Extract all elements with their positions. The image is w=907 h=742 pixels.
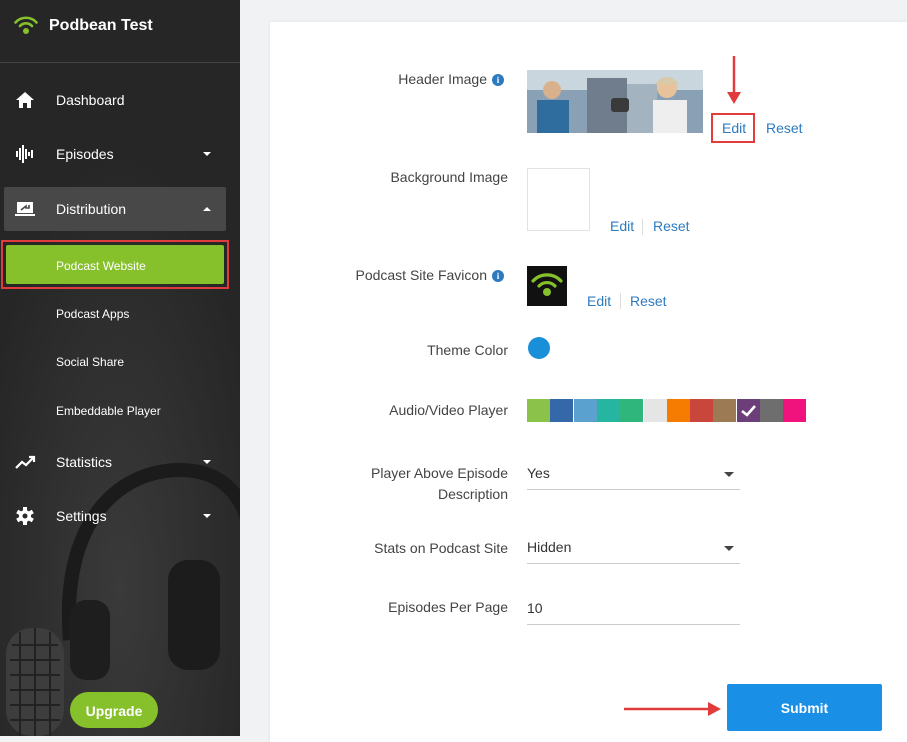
background-image-thumbnail	[527, 168, 590, 231]
nav-distribution[interactable]: Distribution	[0, 189, 240, 229]
player-label: Audio/Video Player	[389, 402, 508, 418]
theme-color-label: Theme Color	[427, 342, 508, 358]
audio-wave-icon	[16, 145, 33, 163]
nav-settings[interactable]: Settings	[0, 496, 240, 536]
header-image-label: Header Image	[398, 71, 487, 87]
nav-episodes[interactable]: Episodes	[0, 134, 240, 174]
submit-button[interactable]: Submit	[727, 684, 882, 731]
podbean-logo-icon	[14, 16, 38, 34]
theme-color-swatch[interactable]	[528, 337, 550, 359]
chevron-down-icon	[203, 460, 211, 464]
player-color-swatch[interactable]	[550, 399, 574, 422]
input-value: 10	[527, 600, 543, 616]
info-icon[interactable]: i	[492, 270, 504, 282]
player-color-swatch[interactable]	[596, 399, 620, 422]
favicon-edit-link[interactable]: Edit	[587, 293, 611, 309]
chevron-down-icon	[203, 152, 211, 156]
trend-chart-icon	[15, 455, 36, 469]
brand-name: Podbean Test	[49, 17, 153, 34]
player-color-swatch[interactable]	[783, 399, 807, 422]
select-value: Yes	[527, 465, 550, 481]
dropdown-caret-icon	[724, 546, 734, 551]
background-image-label: Background Image	[390, 169, 508, 185]
nav-statistics[interactable]: Statistics	[0, 442, 240, 482]
background-image-edit-link[interactable]: Edit	[610, 218, 634, 234]
nav-label: Episodes	[56, 146, 114, 162]
upgrade-button[interactable]: Upgrade	[70, 692, 158, 728]
player-color-swatch[interactable]	[736, 399, 760, 422]
sub-nav-podcast-apps[interactable]: Podcast Apps	[56, 307, 129, 321]
gear-icon	[16, 507, 34, 525]
brand[interactable]: Podbean Test	[0, 0, 240, 56]
sub-nav-social-share[interactable]: Social Share	[56, 355, 124, 369]
checkmark-icon	[740, 405, 756, 417]
home-icon	[16, 92, 34, 108]
edit-highlight-box	[711, 113, 755, 143]
dropdown-caret-icon	[724, 472, 734, 477]
chevron-down-icon	[203, 514, 211, 518]
sub-nav-label: Podcast Website	[56, 259, 146, 273]
nav-label: Distribution	[56, 201, 127, 217]
episodes-per-page-label: Episodes Per Page	[388, 599, 508, 615]
episodes-per-page-input[interactable]: 10	[527, 594, 740, 625]
link-separator	[642, 219, 643, 235]
annotation-arrow-down-icon	[727, 56, 741, 104]
nav-dashboard[interactable]: Dashboard	[0, 80, 240, 120]
select-value: Hidden	[527, 539, 572, 555]
annotation-arrow-right-icon	[624, 702, 721, 716]
player-color-swatch[interactable]	[643, 399, 667, 422]
favicon-thumbnail	[527, 266, 567, 306]
link-separator	[620, 293, 621, 309]
player-color-swatch[interactable]	[527, 399, 550, 422]
player-color-swatch[interactable]	[666, 399, 690, 422]
player-color-swatch[interactable]	[760, 399, 783, 422]
player-color-swatch[interactable]	[690, 399, 714, 422]
stats-label: Stats on Podcast Site	[374, 540, 508, 556]
player-above-select[interactable]: Yes	[527, 459, 740, 490]
nav-label: Dashboard	[56, 92, 125, 108]
nav-label: Statistics	[56, 454, 113, 470]
stats-select[interactable]: Hidden	[527, 533, 740, 564]
favicon-reset-link[interactable]: Reset	[630, 293, 667, 309]
sidebar-divider	[0, 62, 240, 63]
player-color-swatch[interactable]	[620, 399, 644, 422]
sub-nav-embeddable-player[interactable]: Embeddable Player	[56, 404, 161, 418]
laptop-share-icon	[15, 202, 35, 216]
favicon-label: Podcast Site Favicon	[355, 267, 487, 283]
chevron-up-icon	[203, 207, 211, 211]
header-image-reset-link[interactable]: Reset	[766, 120, 803, 136]
info-icon[interactable]: i	[492, 74, 504, 86]
player-color-swatch[interactable]	[573, 399, 597, 422]
player-color-swatch[interactable]	[713, 399, 737, 422]
player-above-label-line2: Description	[437, 486, 508, 502]
player-above-label-line1: Player Above Episode	[371, 465, 508, 481]
sub-nav-podcast-website[interactable]: Podcast Website	[1, 240, 229, 289]
header-image-thumbnail	[527, 70, 703, 133]
sidebar: Podbean Test Dashboard Episodes Distribu…	[0, 0, 240, 736]
nav-label: Settings	[56, 508, 107, 524]
background-image-reset-link[interactable]: Reset	[653, 218, 690, 234]
